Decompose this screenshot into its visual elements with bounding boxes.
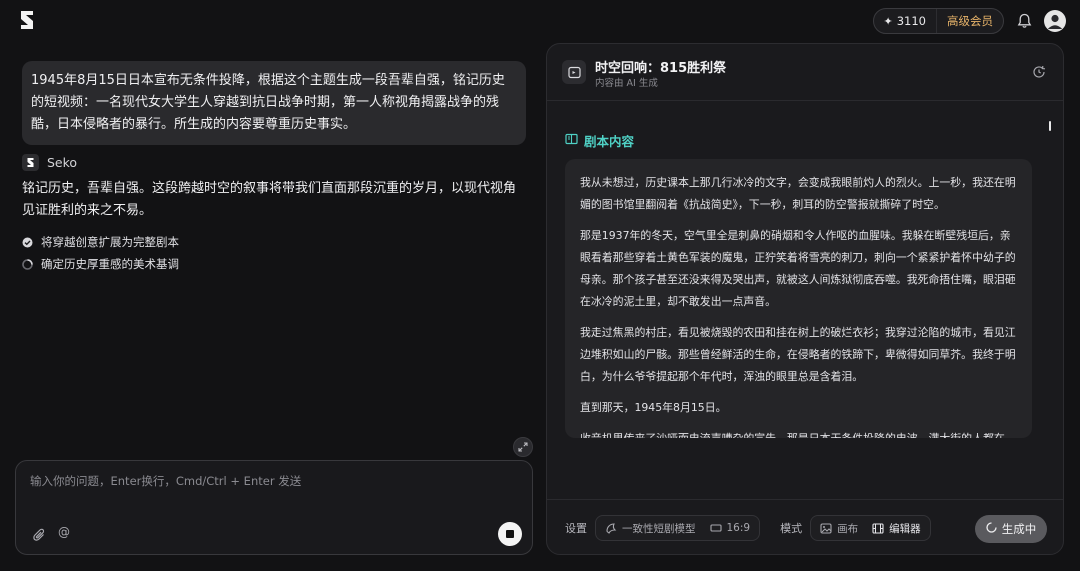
- credits-pill[interactable]: ✦ 3110 高级会员: [872, 8, 1004, 34]
- agent-header: Seko: [22, 154, 77, 171]
- membership-button[interactable]: 高级会员: [936, 9, 1003, 33]
- script-paragraph: 收音机里传来了沙哑而电流声嘈杂的宣告，那是日本无条件投降的电波。满大街的人都在: [580, 428, 1017, 438]
- stop-icon: [506, 530, 514, 538]
- ai-generated-note: 内容由 AI 生成: [595, 78, 658, 89]
- credits-count[interactable]: ✦ 3110: [874, 9, 937, 33]
- aspect-ratio-select[interactable]: 16:9: [703, 517, 758, 539]
- topbar-actions: ✦ 3110 高级会员: [872, 8, 1066, 34]
- generation-settings: 设置 一致性短剧模型 16:9 模式 画布 编辑器: [565, 515, 931, 541]
- script-section-heading: 剧本内容: [565, 131, 634, 150]
- step-item: 确定历史厚重感的美术基调: [22, 253, 179, 275]
- canvas-mode-button[interactable]: 画布: [813, 517, 865, 539]
- check-circle-icon: [22, 237, 33, 248]
- panel-header: 时空回响：815胜利祭 内容由 AI 生成: [547, 44, 1063, 101]
- user-message-bubble: 1945年8月15日日本宣布无条件投降，根据这个主题生成一段吾辈自强，铭记历史的…: [22, 61, 526, 145]
- script-paragraph: 那是1937年的冬天，空气里全是刺鼻的硝烟和令人作呕的血腥味。我躲在断壁残垣后，…: [580, 229, 1016, 308]
- expand-icon[interactable]: [513, 437, 533, 457]
- panel-footer: 设置 一致性短剧模型 16:9 模式 画布 编辑器 生成中: [547, 499, 1063, 554]
- script-section-label: 剧本内容: [584, 134, 635, 149]
- canvas-icon: [820, 522, 832, 534]
- script-paragraph: 我走过焦黑的村庄，看见被烧毁的农田和挂在树上的破烂衣衫；我穿过沦陷的城市，看见江…: [580, 326, 1016, 383]
- user-avatar[interactable]: [1044, 10, 1066, 32]
- notification-bell-icon[interactable]: [1014, 11, 1034, 31]
- app-logo[interactable]: [16, 9, 38, 31]
- step-item: 将穿越创意扩展为完整剧本: [22, 231, 179, 253]
- history-refresh-icon[interactable]: [1031, 64, 1047, 80]
- chat-input-box: @: [15, 460, 533, 555]
- agent-message: 铭记历史，吾辈自强。这段跨越时空的叙事将带我们直面那段沉重的岁月，以现代视角见证…: [22, 181, 517, 218]
- scrollbar-thumb[interactable]: [1049, 121, 1051, 131]
- loading-spinner-icon: [986, 522, 997, 536]
- agent-name: Seko: [47, 155, 78, 170]
- model-icon: [605, 522, 617, 534]
- task-steps: 将穿越创意扩展为完整剧本 确定历史厚重感的美术基调: [22, 231, 179, 275]
- book-icon: [565, 133, 578, 148]
- script-panel: 时空回响：815胜利祭 内容由 AI 生成 剧本内容 我从未想过，历史课本上那几…: [546, 43, 1064, 555]
- mode-label: 模式: [780, 522, 803, 535]
- settings-label: 设置: [565, 522, 587, 535]
- model-select[interactable]: 一致性短剧模型: [598, 517, 703, 539]
- attachment-icon[interactable]: [31, 527, 47, 543]
- agent-avatar-icon: [22, 154, 39, 171]
- mode-toggle: 画布 编辑器: [810, 515, 931, 541]
- editor-mode-button[interactable]: 编辑器: [865, 517, 928, 539]
- script-paragraph: 我从未想过，历史课本上那几行冰冷的文字，会变成我眼前灼人的烈火。上一秒，我还在明…: [580, 176, 1016, 211]
- film-editor-icon: [872, 522, 884, 534]
- chat-input[interactable]: [30, 473, 510, 513]
- generate-button[interactable]: 生成中: [975, 515, 1047, 543]
- panel-title: 时空回响：815胜利祭: [595, 61, 727, 76]
- stop-button[interactable]: [498, 522, 522, 546]
- script-content: 我从未想过，历史课本上那几行冰冷的文字，会变成我眼前灼人的烈火。上一秒，我还在明…: [565, 159, 1032, 438]
- sparkle-icon: ✦: [883, 14, 893, 28]
- user-icon: [1047, 14, 1063, 29]
- step-label: 将穿越创意扩展为完整剧本: [41, 235, 179, 249]
- step-label: 确定历史厚重感的美术基调: [41, 257, 179, 271]
- loading-spinner-icon: [22, 258, 33, 270]
- model-ratio-group: 一致性短剧模型 16:9: [595, 515, 761, 541]
- aspect-ratio-icon: [709, 522, 722, 534]
- project-icon: [562, 60, 586, 84]
- mention-button[interactable]: @: [58, 525, 70, 539]
- script-paragraph: 直到那天，1945年8月15日。: [580, 401, 727, 414]
- logo-icon: [21, 11, 33, 29]
